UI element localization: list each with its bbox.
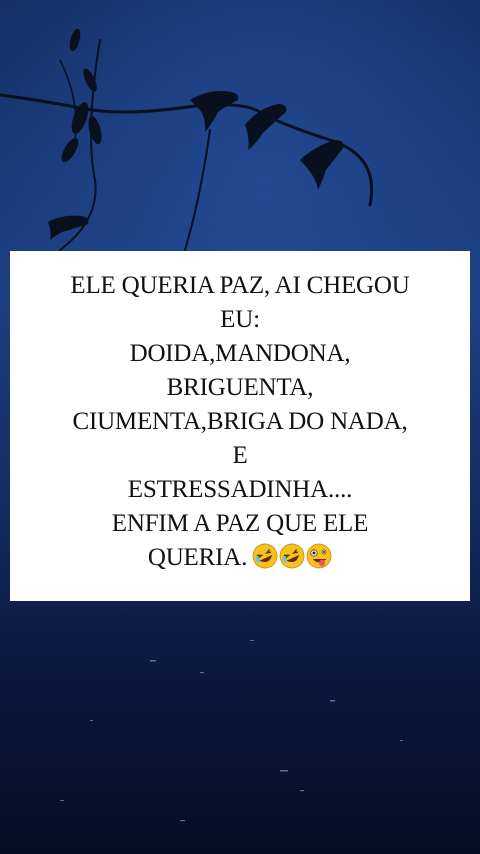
text-line-5: CIUMENTA,BRIGA DO NADA, <box>72 408 408 435</box>
text-line-9: QUERIA. <box>24 541 456 579</box>
text-line-3: DOIDA,MANDONA, <box>129 340 351 367</box>
rolling-laughing-emoji-icon <box>252 543 278 569</box>
meme-text-card: ELE QUERIA PAZ, AI CHEGOU EU: DOIDA,MAND… <box>10 251 470 601</box>
text-line-8: ENFIM A PAZ QUE ELE <box>111 510 369 537</box>
rolling-laughing-emoji-icon <box>279 543 305 569</box>
text-line-1: ELE QUERIA PAZ, AI CHEGOU <box>70 272 410 299</box>
text-line-6: E <box>232 442 248 469</box>
text-line-9-text: QUERIA. <box>147 544 248 571</box>
text-line-4: BRIGUENTA, <box>166 374 314 401</box>
emoji-group <box>251 543 332 579</box>
zany-face-emoji-icon <box>306 543 332 569</box>
text-line-2: EU: <box>220 306 260 333</box>
text-line-7: ESTRESSADINHA.... <box>127 476 353 503</box>
